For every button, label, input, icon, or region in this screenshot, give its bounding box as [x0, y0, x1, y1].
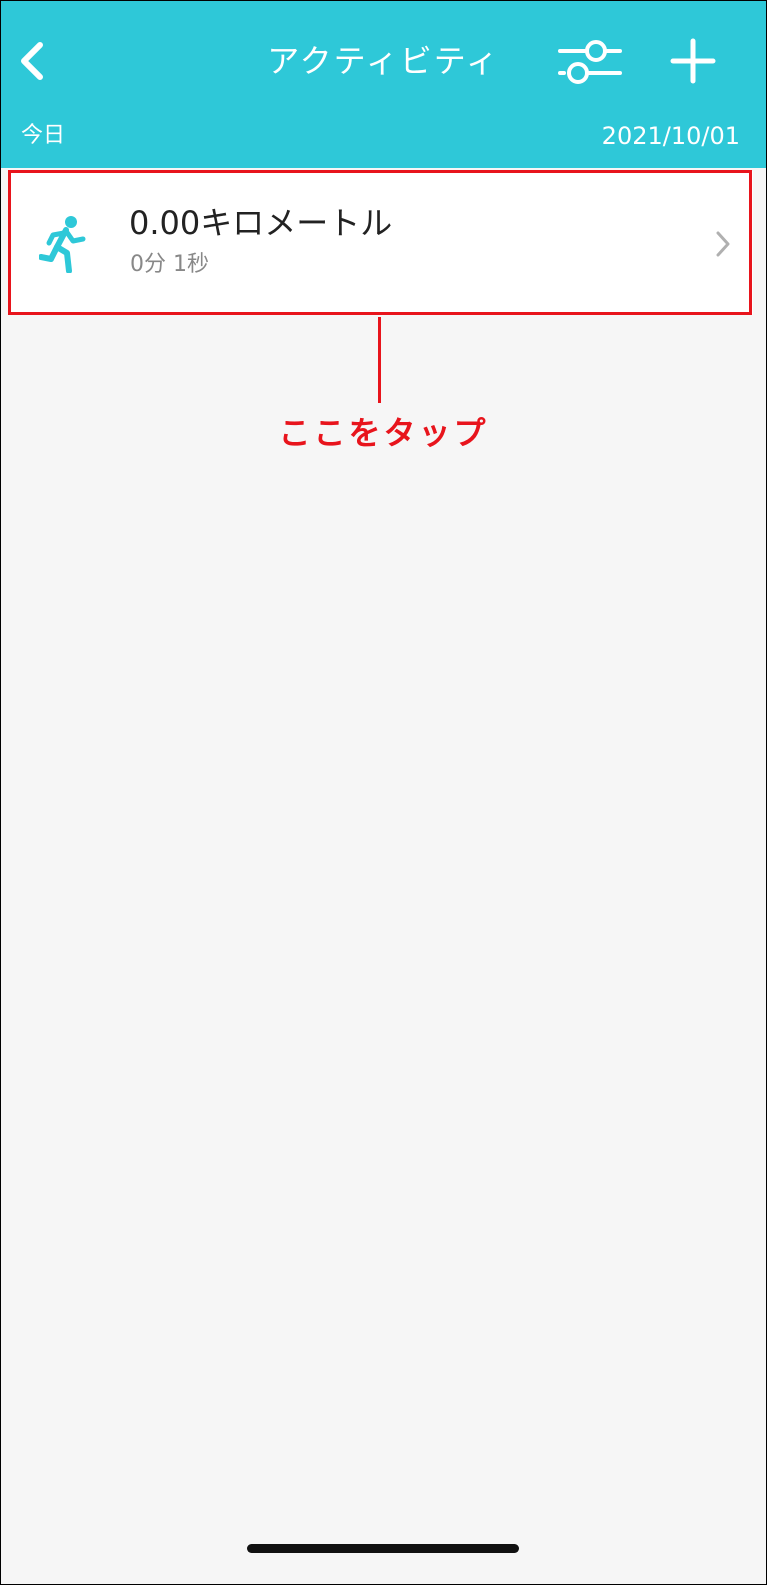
sliders-icon: [558, 40, 622, 84]
home-indicator[interactable]: [247, 1544, 519, 1553]
page-title: アクティビティ: [267, 42, 500, 80]
date-label: 2021/10/01: [601, 122, 740, 150]
chevron-left-icon: [21, 42, 43, 80]
activity-duration: 0分 1秒: [130, 252, 209, 277]
plus-icon: [670, 38, 716, 84]
filter-button[interactable]: [557, 33, 623, 89]
running-person-icon: [39, 216, 86, 273]
activity-list-item[interactable]: 0.00キロメートル 0分 1秒: [9, 171, 753, 315]
annotation-callout-line: [378, 317, 381, 403]
add-activity-button[interactable]: [665, 33, 721, 89]
screen: アクティビティ 今日 2021/10/01 0.00キロメートル 0分 1秒 こ…: [0, 0, 767, 1585]
annotation-callout-text: ここをタップ: [278, 414, 489, 452]
app-header: アクティビティ 今日 2021/10/01: [1, 1, 766, 168]
activity-distance: 0.00キロメートル: [129, 204, 393, 242]
today-label: 今日: [21, 123, 66, 148]
back-button[interactable]: [11, 37, 51, 85]
chevron-right-icon: [716, 231, 730, 257]
